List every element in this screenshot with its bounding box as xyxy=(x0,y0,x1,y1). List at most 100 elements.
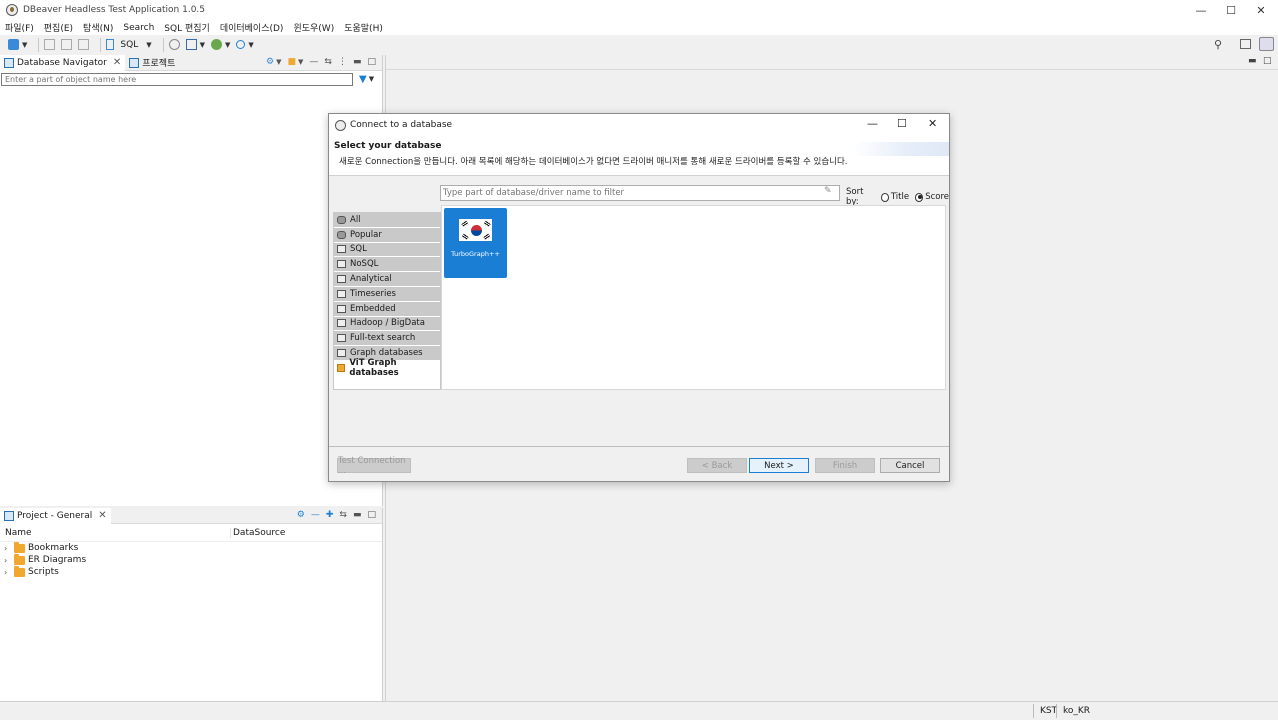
navigator-filter-input[interactable] xyxy=(1,72,353,86)
tab-label: 프로젝트 xyxy=(142,59,176,69)
column-header-name[interactable]: Name xyxy=(0,527,231,538)
expand-icon[interactable]: ✚ xyxy=(326,510,334,520)
collapse-all-icon[interactable]: — xyxy=(309,57,318,67)
minimize-window-button[interactable]: — xyxy=(1186,0,1216,20)
clear-search-icon[interactable]: ✎ xyxy=(824,186,832,196)
chevron-down-icon[interactable]: ▼ xyxy=(276,58,281,66)
close-icon[interactable]: ✕ xyxy=(98,510,106,521)
maximize-editor-icon[interactable]: □ xyxy=(1263,56,1272,66)
tab-project-general[interactable]: Project - General ✕ xyxy=(0,507,111,524)
global-search-icon[interactable]: ⚲ xyxy=(1214,38,1222,51)
collapse-all-icon[interactable]: — xyxy=(311,510,320,520)
menu-search[interactable]: Search xyxy=(123,23,154,33)
menu-sql-editor[interactable]: SQL 편집기 xyxy=(164,21,210,34)
category-label: All xyxy=(350,214,361,225)
category-popular[interactable]: Popular xyxy=(334,227,440,243)
maximize-window-button[interactable]: ☐ xyxy=(1216,0,1246,20)
link-with-editor-icon[interactable]: ⇆ xyxy=(324,57,332,67)
chevron-down-icon[interactable]: ▼ xyxy=(298,58,303,66)
transaction-icon[interactable] xyxy=(168,39,180,50)
menu-file[interactable]: 파일(F) xyxy=(5,21,34,34)
link-with-editor-icon[interactable]: ⇆ xyxy=(339,510,347,520)
editor-tab-bar: ▬ □ xyxy=(386,55,1278,70)
menu-window[interactable]: 윈도우(W) xyxy=(293,21,334,34)
close-dialog-button[interactable]: ✕ xyxy=(928,117,937,130)
open-perspective-icon[interactable] xyxy=(1240,39,1251,49)
sql-button-label[interactable]: SQL xyxy=(120,40,138,50)
sort-score-radio[interactable] xyxy=(915,192,924,202)
tree-item-er-diagrams[interactable]: › ER Diagrams xyxy=(0,553,382,566)
new-folder-icon[interactable]: ■ xyxy=(288,57,297,67)
sort-score-label[interactable]: Score xyxy=(925,192,949,202)
invalidate-icon[interactable] xyxy=(78,39,90,50)
driver-search-input[interactable] xyxy=(440,185,840,201)
maximize-view-icon[interactable]: □ xyxy=(367,510,376,520)
commit-icon[interactable] xyxy=(185,39,197,50)
minimize-view-icon[interactable]: ▬ xyxy=(353,510,362,520)
category-sql[interactable]: SQL xyxy=(334,242,440,258)
test-connection-button[interactable]: Test Connection ... xyxy=(337,456,411,476)
expand-arrow-icon[interactable]: › xyxy=(4,568,14,577)
finish-button[interactable]: Finish xyxy=(815,458,875,473)
project-actions: ⚙ — ✚ ⇆ ▬ □ xyxy=(291,510,376,520)
sort-title-label[interactable]: Title xyxy=(891,192,909,202)
category-label: Full-text search xyxy=(350,333,416,344)
new-connection-icon[interactable]: ⚙ xyxy=(266,57,274,67)
driver-tile-turbograph[interactable]: TurboGraph++ xyxy=(444,208,507,278)
sort-title-radio[interactable] xyxy=(880,192,889,202)
category-nosql[interactable]: NoSQL xyxy=(334,257,440,273)
debug-icon[interactable] xyxy=(210,39,222,50)
menu-database[interactable]: 데이터베이스(D) xyxy=(220,21,284,34)
tree-item-scripts[interactable]: › Scripts xyxy=(0,565,382,578)
category-timeseries[interactable]: Timeseries xyxy=(334,286,440,302)
close-window-button[interactable]: ✕ xyxy=(1246,0,1276,20)
search-icon[interactable] xyxy=(236,40,246,49)
folder-icon xyxy=(337,304,346,313)
tab-database-navigator[interactable]: Database Navigator ✕ xyxy=(0,54,126,71)
chevron-down-icon[interactable]: ▼ xyxy=(369,75,374,83)
category-embedded[interactable]: Embedded xyxy=(334,301,440,317)
tree-item-label: Bookmarks xyxy=(28,543,79,553)
cancel-button[interactable]: Cancel xyxy=(880,458,940,473)
close-icon[interactable]: ✕ xyxy=(113,57,121,68)
projects-icon xyxy=(129,57,140,68)
column-header-datasource[interactable]: DataSource xyxy=(231,528,285,538)
dbeaver-perspective-icon[interactable] xyxy=(1259,37,1274,51)
category-analytical[interactable]: Analytical xyxy=(334,272,440,287)
project-tab-bar: Project - General ✕ ⚙ — ✚ ⇆ ▬ □ xyxy=(0,507,382,524)
minimize-editor-icon[interactable]: ▬ xyxy=(1248,56,1257,66)
menu-edit[interactable]: 편집(E) xyxy=(44,21,73,34)
chevron-down-icon[interactable]: ▼ xyxy=(225,41,230,49)
category-hadoop-bigdata[interactable]: Hadoop / BigData xyxy=(334,316,440,332)
chevron-down-icon[interactable]: ▼ xyxy=(22,41,27,49)
tab-projects[interactable]: 프로젝트 xyxy=(125,55,179,71)
category-vit-graph-databases[interactable]: ViT Graph databases xyxy=(334,358,440,378)
sql-editor-icon[interactable] xyxy=(106,39,115,50)
category-all[interactable]: All xyxy=(334,213,440,228)
menu-navigate[interactable]: 탐색(N) xyxy=(83,21,113,34)
database-navigator-panel: Database Navigator ✕ 프로젝트 ⚙ ▼ ■ ▼ — ⇆ ⋮ … xyxy=(0,54,383,506)
expand-arrow-icon[interactable]: › xyxy=(4,556,14,565)
maximize-dialog-button[interactable]: ☐ xyxy=(897,117,907,130)
toolbar-separator xyxy=(162,37,164,52)
back-button[interactable]: < Back xyxy=(687,458,747,473)
chevron-down-icon[interactable]: ▼ xyxy=(146,41,151,49)
configure-icon[interactable]: ⚙ xyxy=(297,510,305,520)
disconnect-icon[interactable] xyxy=(61,39,73,50)
tree-item-bookmarks[interactable]: › Bookmarks xyxy=(0,541,382,554)
category-full-text-search[interactable]: Full-text search xyxy=(334,331,440,347)
view-menu-icon[interactable]: ⋮ xyxy=(338,57,347,67)
tab-label: Project - General xyxy=(17,510,93,521)
expand-arrow-icon[interactable]: › xyxy=(4,544,14,553)
filter-icon[interactable]: ▼ xyxy=(359,74,367,85)
next-button[interactable]: Next > xyxy=(749,458,809,473)
chevron-down-icon[interactable]: ▼ xyxy=(248,41,253,49)
minimize-view-icon[interactable]: ▬ xyxy=(353,57,362,67)
menu-help[interactable]: 도움말(H) xyxy=(344,21,383,34)
connect-icon[interactable] xyxy=(44,39,56,50)
dialog-body: ✎ Sort by: Title Score All Popular SQL N… xyxy=(329,177,949,445)
chevron-down-icon[interactable]: ▼ xyxy=(200,41,205,49)
minimize-dialog-button[interactable]: — xyxy=(867,117,878,130)
new-connection-icon[interactable] xyxy=(8,39,19,50)
maximize-view-icon[interactable]: □ xyxy=(367,57,376,67)
